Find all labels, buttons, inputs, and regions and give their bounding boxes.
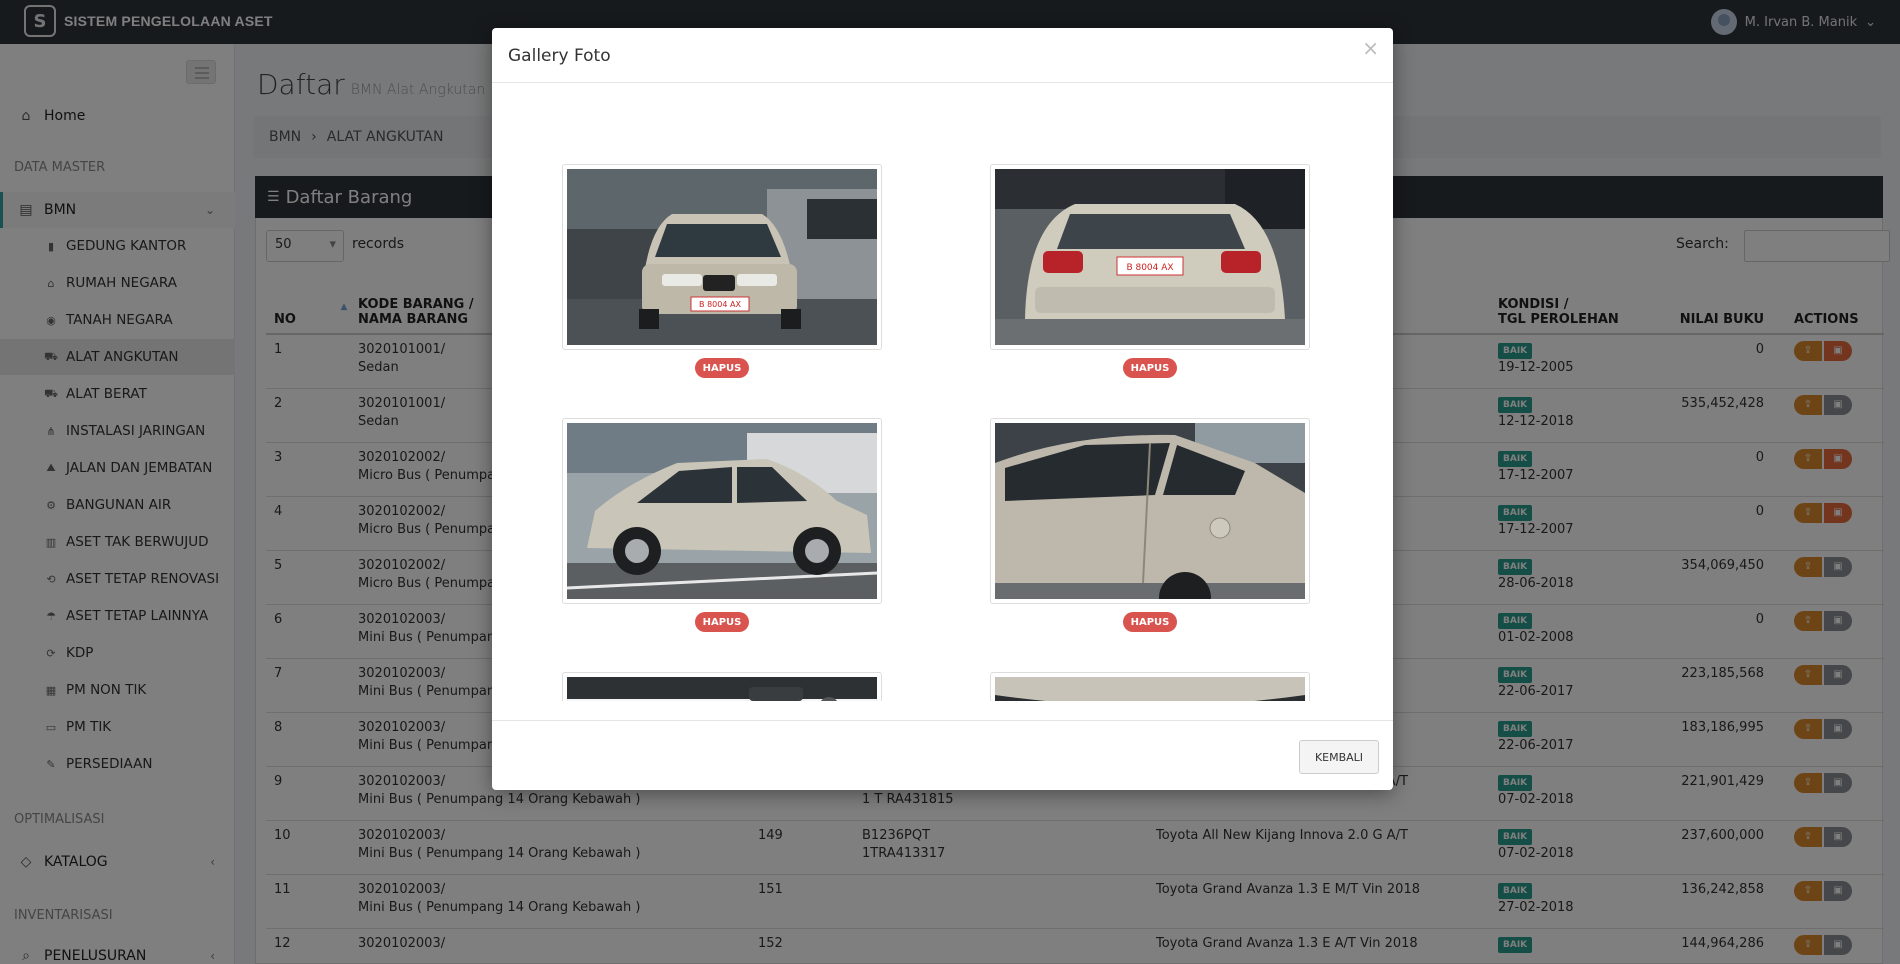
car-rear-photo: B 8004 AX — [995, 169, 1305, 345]
delete-photo-button[interactable]: HAPUS — [695, 358, 749, 378]
delete-photo-button[interactable]: HAPUS — [1123, 612, 1177, 632]
license-plate: B 8004 AX — [1126, 263, 1173, 273]
divider — [492, 720, 1393, 721]
car-interior-photo — [567, 677, 877, 701]
gallery-photo[interactable] — [562, 672, 882, 701]
delete-photo-button[interactable]: HAPUS — [1123, 358, 1177, 378]
gallery-photo[interactable]: B 8004 AX — [562, 164, 882, 350]
gallery-modal: Gallery Foto × B 8004 AX HAPUS B 8004 AX… — [492, 28, 1393, 790]
car-front-photo: B 8004 AX — [567, 169, 877, 345]
license-plate: B 8004 AX — [699, 300, 741, 309]
delete-photo-button[interactable]: HAPUS — [695, 612, 749, 632]
car-left-side-photo — [566, 423, 878, 599]
car-engine-photo — [995, 677, 1305, 701]
gallery-photo[interactable]: B 8004 AX — [990, 164, 1310, 350]
photo-gallery[interactable]: B 8004 AX HAPUS B 8004 AX HAPUS HAPUS HA… — [492, 84, 1393, 701]
close-icon[interactable]: × — [1362, 36, 1379, 60]
modal-title: Gallery Foto — [508, 46, 611, 66]
back-button[interactable]: KEMBALI — [1299, 740, 1379, 774]
car-right-side-photo — [995, 423, 1305, 624]
divider — [492, 82, 1393, 83]
gallery-photo[interactable] — [562, 418, 882, 604]
gallery-photo[interactable] — [990, 672, 1310, 701]
gallery-photo[interactable] — [990, 418, 1310, 624]
